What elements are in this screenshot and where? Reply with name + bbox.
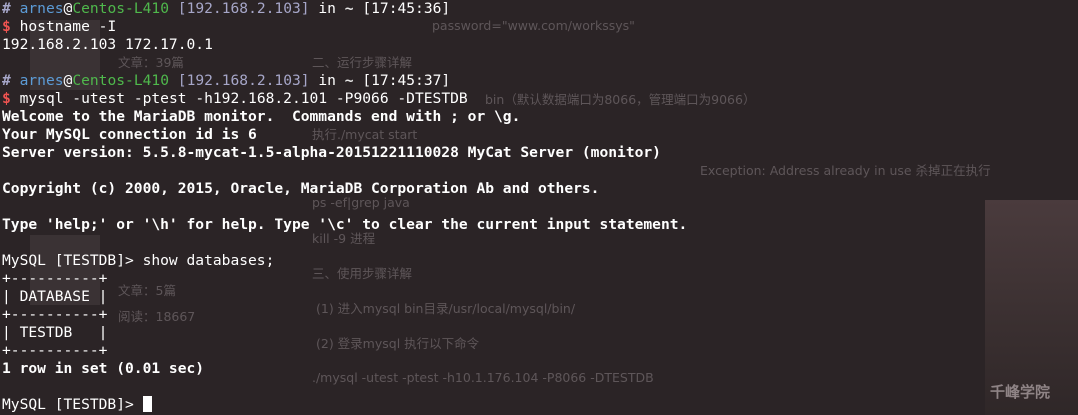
shell-prompt: # arnes@Centos-L410 [192.168.2.103] in ~… — [2, 0, 687, 18]
prompt-ip: [192.168.2.103] — [177, 0, 310, 17]
output-line: Copyright (c) 2000, 2015, Oracle, MariaD… — [2, 180, 600, 197]
output-line: Your MySQL connection id is 6 — [2, 126, 257, 143]
table-border: +----------+ — [2, 342, 108, 359]
prompt-time: [17:45:36] — [362, 0, 451, 17]
prompt-at: @ — [63, 72, 73, 89]
output-line: Server version: 5.5.8-mycat-1.5-alpha-20… — [2, 144, 661, 161]
bg-text: Exception: Address already in use 杀掉正在执行 — [700, 163, 991, 178]
command-line: $ mysql -utest -ptest -h192.168.2.101 -P… — [2, 90, 687, 108]
output-line: Welcome to the MariaDB monitor. Commands… — [2, 108, 521, 125]
prompt-at: @ — [63, 0, 73, 17]
prompt-dollar: $ — [2, 90, 11, 107]
background-photo-caption: 千峰学院 — [990, 383, 1051, 401]
mysql-prompt[interactable]: MySQL [TESTDB]> — [2, 396, 687, 414]
result-summary: 1 row in set (0.01 sec) — [2, 360, 205, 377]
shell-prompt: # arnes@Centos-L410 [192.168.2.103] in ~… — [2, 72, 687, 90]
prompt-hash: # — [2, 0, 11, 17]
command-line: $ hostname -I — [2, 18, 687, 36]
command-text: mysql -utest -ptest -h192.168.2.101 -P90… — [19, 90, 468, 107]
output-line: Type 'help;' or '\h' for help. Type '\c'… — [2, 216, 688, 233]
terminal-output[interactable]: # arnes@Centos-L410 [192.168.2.103] in ~… — [2, 0, 687, 414]
prompt-hash: # — [2, 72, 11, 89]
prompt-dollar: $ — [2, 18, 11, 35]
prompt-host: Centos-L410 — [72, 72, 169, 89]
table-border: +----------+ — [2, 306, 108, 323]
prompt-user: arnes — [19, 72, 64, 89]
output-line: 192.168.2.103 172.17.0.1 — [2, 36, 213, 53]
table-row: | TESTDB | — [2, 324, 108, 341]
command-text: hostname -I — [19, 18, 117, 35]
table-header: | DATABASE | — [2, 288, 108, 305]
prompt-user: arnes — [19, 0, 64, 17]
prompt-in: in — [318, 0, 336, 17]
prompt-cwd: ~ — [344, 0, 354, 17]
mysql-prompt-text: MySQL [TESTDB]> — [2, 396, 143, 413]
mysql-query-line: MySQL [TESTDB]> show databases; — [2, 252, 275, 269]
prompt-host: Centos-L410 — [72, 0, 169, 17]
prompt-ip: [192.168.2.103] — [177, 72, 310, 89]
prompt-cwd: ~ — [344, 72, 354, 89]
background-photo — [985, 200, 1078, 415]
text-cursor[interactable] — [142, 396, 152, 412]
prompt-in: in — [318, 72, 336, 89]
table-border: +----------+ — [2, 270, 108, 287]
prompt-time: [17:45:37] — [362, 72, 451, 89]
